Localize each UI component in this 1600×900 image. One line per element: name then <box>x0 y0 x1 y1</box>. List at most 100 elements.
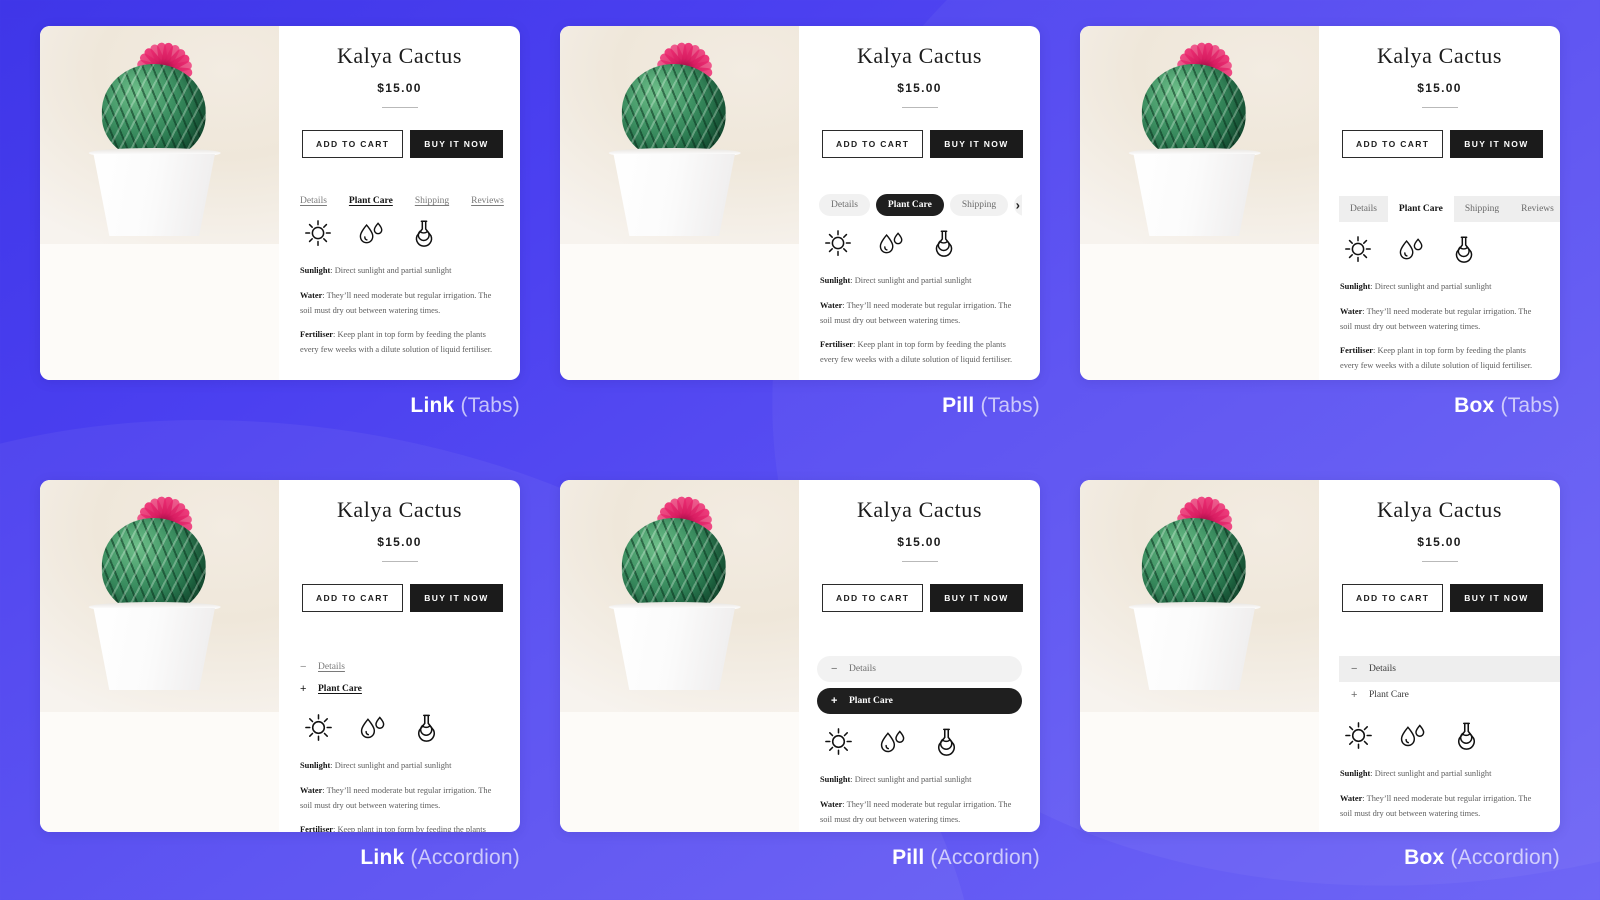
sun-icon <box>303 218 333 248</box>
accordion-list: − Details + Plant Care <box>817 656 1022 715</box>
product-image <box>40 26 279 380</box>
water-drop-icon <box>876 228 906 258</box>
tab-shipping[interactable]: Shipping <box>415 196 449 206</box>
care-paragraph-water: Water: They’ll need moderate but regular… <box>300 289 502 318</box>
page-title: Kalya Cactus <box>336 497 463 522</box>
care-paragraph-fertiliser: Fertiliser: Keep plant in top form by fe… <box>1340 831 1542 832</box>
page-title: Kalya Cactus <box>1376 43 1503 68</box>
tab-details[interactable]: Details <box>1339 196 1388 222</box>
care-text: Sunlight: Direct sunlight and partial su… <box>817 773 1022 832</box>
care-body: They’ll need moderate but regular irriga… <box>300 290 492 315</box>
tab-reviews[interactable]: Reviews <box>1510 196 1560 222</box>
cactus-body <box>101 64 206 160</box>
variant-grid: Kalya Cactus $15.00 ADD TO CART BUY IT N… <box>0 0 1600 900</box>
product-image <box>1080 26 1319 380</box>
tab-details[interactable]: Details <box>819 194 870 217</box>
product-price: $15.00 <box>1417 81 1462 96</box>
care-term: Water <box>1340 306 1363 316</box>
care-icon-row <box>817 228 1022 258</box>
care-term: Water <box>300 785 323 795</box>
add-to-cart-button[interactable]: ADD TO CART <box>822 130 924 159</box>
caption-mode: (Accordion) <box>410 846 520 869</box>
care-text: Sunlight: Direct sunlight and partial su… <box>1337 767 1542 832</box>
page-title: Kalya Cactus <box>856 497 983 522</box>
accordion-label: Details <box>318 662 345 673</box>
fertiliser-flask-icon <box>1449 234 1479 264</box>
care-icon-row <box>1337 234 1542 264</box>
buy-it-now-button[interactable]: BUY IT NOW <box>930 130 1023 159</box>
care-term: Sunlight <box>820 276 851 286</box>
care-text: Sunlight: Direct sunlight and partial su… <box>817 274 1022 368</box>
buy-it-now-button[interactable]: BUY IT NOW <box>930 584 1023 613</box>
chevron-right-icon[interactable]: › <box>1016 199 1020 212</box>
care-paragraph-sunlight: Sunlight: Direct sunlight and partial su… <box>300 264 502 279</box>
caption-mode: (Accordion) <box>1450 846 1560 869</box>
product-price: $15.00 <box>1417 535 1462 550</box>
product-card: Kalya Cactus $15.00 ADD TO CART BUY IT N… <box>40 480 520 832</box>
add-to-cart-button[interactable]: ADD TO CART <box>822 584 924 613</box>
care-body: Direct sunlight and partial sunlight <box>334 761 452 771</box>
product-card: Kalya Cactus $15.00 ADD TO CART BUY IT N… <box>1080 26 1560 380</box>
page-title: Kalya Cactus <box>336 43 463 68</box>
divider <box>381 107 418 109</box>
product-price: $15.00 <box>897 81 942 96</box>
caption-mode: (Tabs) <box>980 394 1040 417</box>
product-image <box>560 480 799 832</box>
add-to-cart-button[interactable]: ADD TO CART <box>1342 130 1444 159</box>
tab-shipping[interactable]: Shipping <box>1454 196 1510 222</box>
add-to-cart-button[interactable]: ADD TO CART <box>302 130 404 159</box>
purchase-buttons: ADD TO CART BUY IT NOW <box>297 584 503 613</box>
variant-caption: Box (Tabs) <box>1080 394 1560 418</box>
fertiliser-flask-icon <box>929 228 959 258</box>
add-to-cart-button[interactable]: ADD TO CART <box>302 584 404 613</box>
cactus-photo <box>560 480 799 712</box>
care-term: Fertiliser <box>1340 346 1374 356</box>
add-to-cart-button[interactable]: ADD TO CART <box>1342 584 1444 613</box>
cactus-body <box>1141 64 1246 160</box>
accordion-item-plant-care[interactable]: + Plant Care <box>297 678 502 700</box>
care-icon-row <box>297 712 502 743</box>
cactus-photo <box>40 26 279 244</box>
variant-link-tabs: Kalya Cactus $15.00 ADD TO CART BUY IT N… <box>40 26 520 418</box>
care-paragraph-sunlight: Sunlight: Direct sunlight and partial su… <box>1340 767 1542 782</box>
buy-it-now-button[interactable]: BUY IT NOW <box>1450 584 1543 613</box>
care-term: Water <box>820 799 843 809</box>
tab-shipping[interactable]: Shipping <box>949 194 1009 217</box>
buy-it-now-button[interactable]: BUY IT NOW <box>410 130 503 159</box>
tab-plant-care[interactable]: Plant Care <box>875 194 944 217</box>
tab-list: Details Plant Care Shipping Re › <box>817 194 1022 217</box>
cactus-body <box>621 64 726 160</box>
tab-plant-care[interactable]: Plant Care <box>349 196 393 206</box>
buy-it-now-button[interactable]: BUY IT NOW <box>410 584 503 613</box>
product-image <box>40 480 279 832</box>
tab-reviews[interactable]: Reviews <box>471 196 504 206</box>
tab-plant-care[interactable]: Plant Care <box>1387 196 1454 223</box>
caption-style: Pill <box>942 394 975 417</box>
fertiliser-flask-icon <box>409 218 439 248</box>
divider <box>381 561 418 563</box>
minus-icon: − <box>300 661 307 674</box>
divider <box>1421 561 1458 563</box>
accordion-item-details[interactable]: − Details <box>817 656 1022 683</box>
variant-pill-tabs: Kalya Cactus $15.00 ADD TO CART BUY IT N… <box>560 26 1040 418</box>
plus-icon: + <box>831 695 838 708</box>
accordion-item-details[interactable]: − Details <box>297 656 502 678</box>
care-body: They’ll need moderate but regular irriga… <box>1340 306 1532 331</box>
accordion-label: Plant Care <box>318 684 362 695</box>
buy-it-now-button[interactable]: BUY IT NOW <box>1450 130 1543 159</box>
tabs-row: Kalya Cactus $15.00 ADD TO CART BUY IT N… <box>40 26 1560 418</box>
variant-box-accordion: Kalya Cactus $15.00 ADD TO CART BUY IT N… <box>1080 480 1560 870</box>
sun-icon <box>303 712 334 743</box>
caption-mode: (Tabs) <box>460 394 520 417</box>
care-paragraph-water: Water: They’ll need moderate but regular… <box>1340 792 1542 821</box>
pot <box>93 154 215 236</box>
accordion-item-plant-care[interactable]: + Plant Care <box>817 688 1022 715</box>
purchase-buttons: ADD TO CART BUY IT NOW <box>1337 584 1543 613</box>
accordion-item-plant-care[interactable]: + Plant Care <box>1339 682 1560 708</box>
cactus-photo <box>1080 26 1319 244</box>
accordion-item-details[interactable]: − Details <box>1339 656 1560 683</box>
tab-details[interactable]: Details <box>300 196 327 206</box>
accordion-list: − Details + Plant Care <box>1339 656 1560 708</box>
purchase-buttons: ADD TO CART BUY IT NOW <box>1337 130 1543 159</box>
care-body: Direct sunlight and partial sunlight <box>1374 769 1492 779</box>
